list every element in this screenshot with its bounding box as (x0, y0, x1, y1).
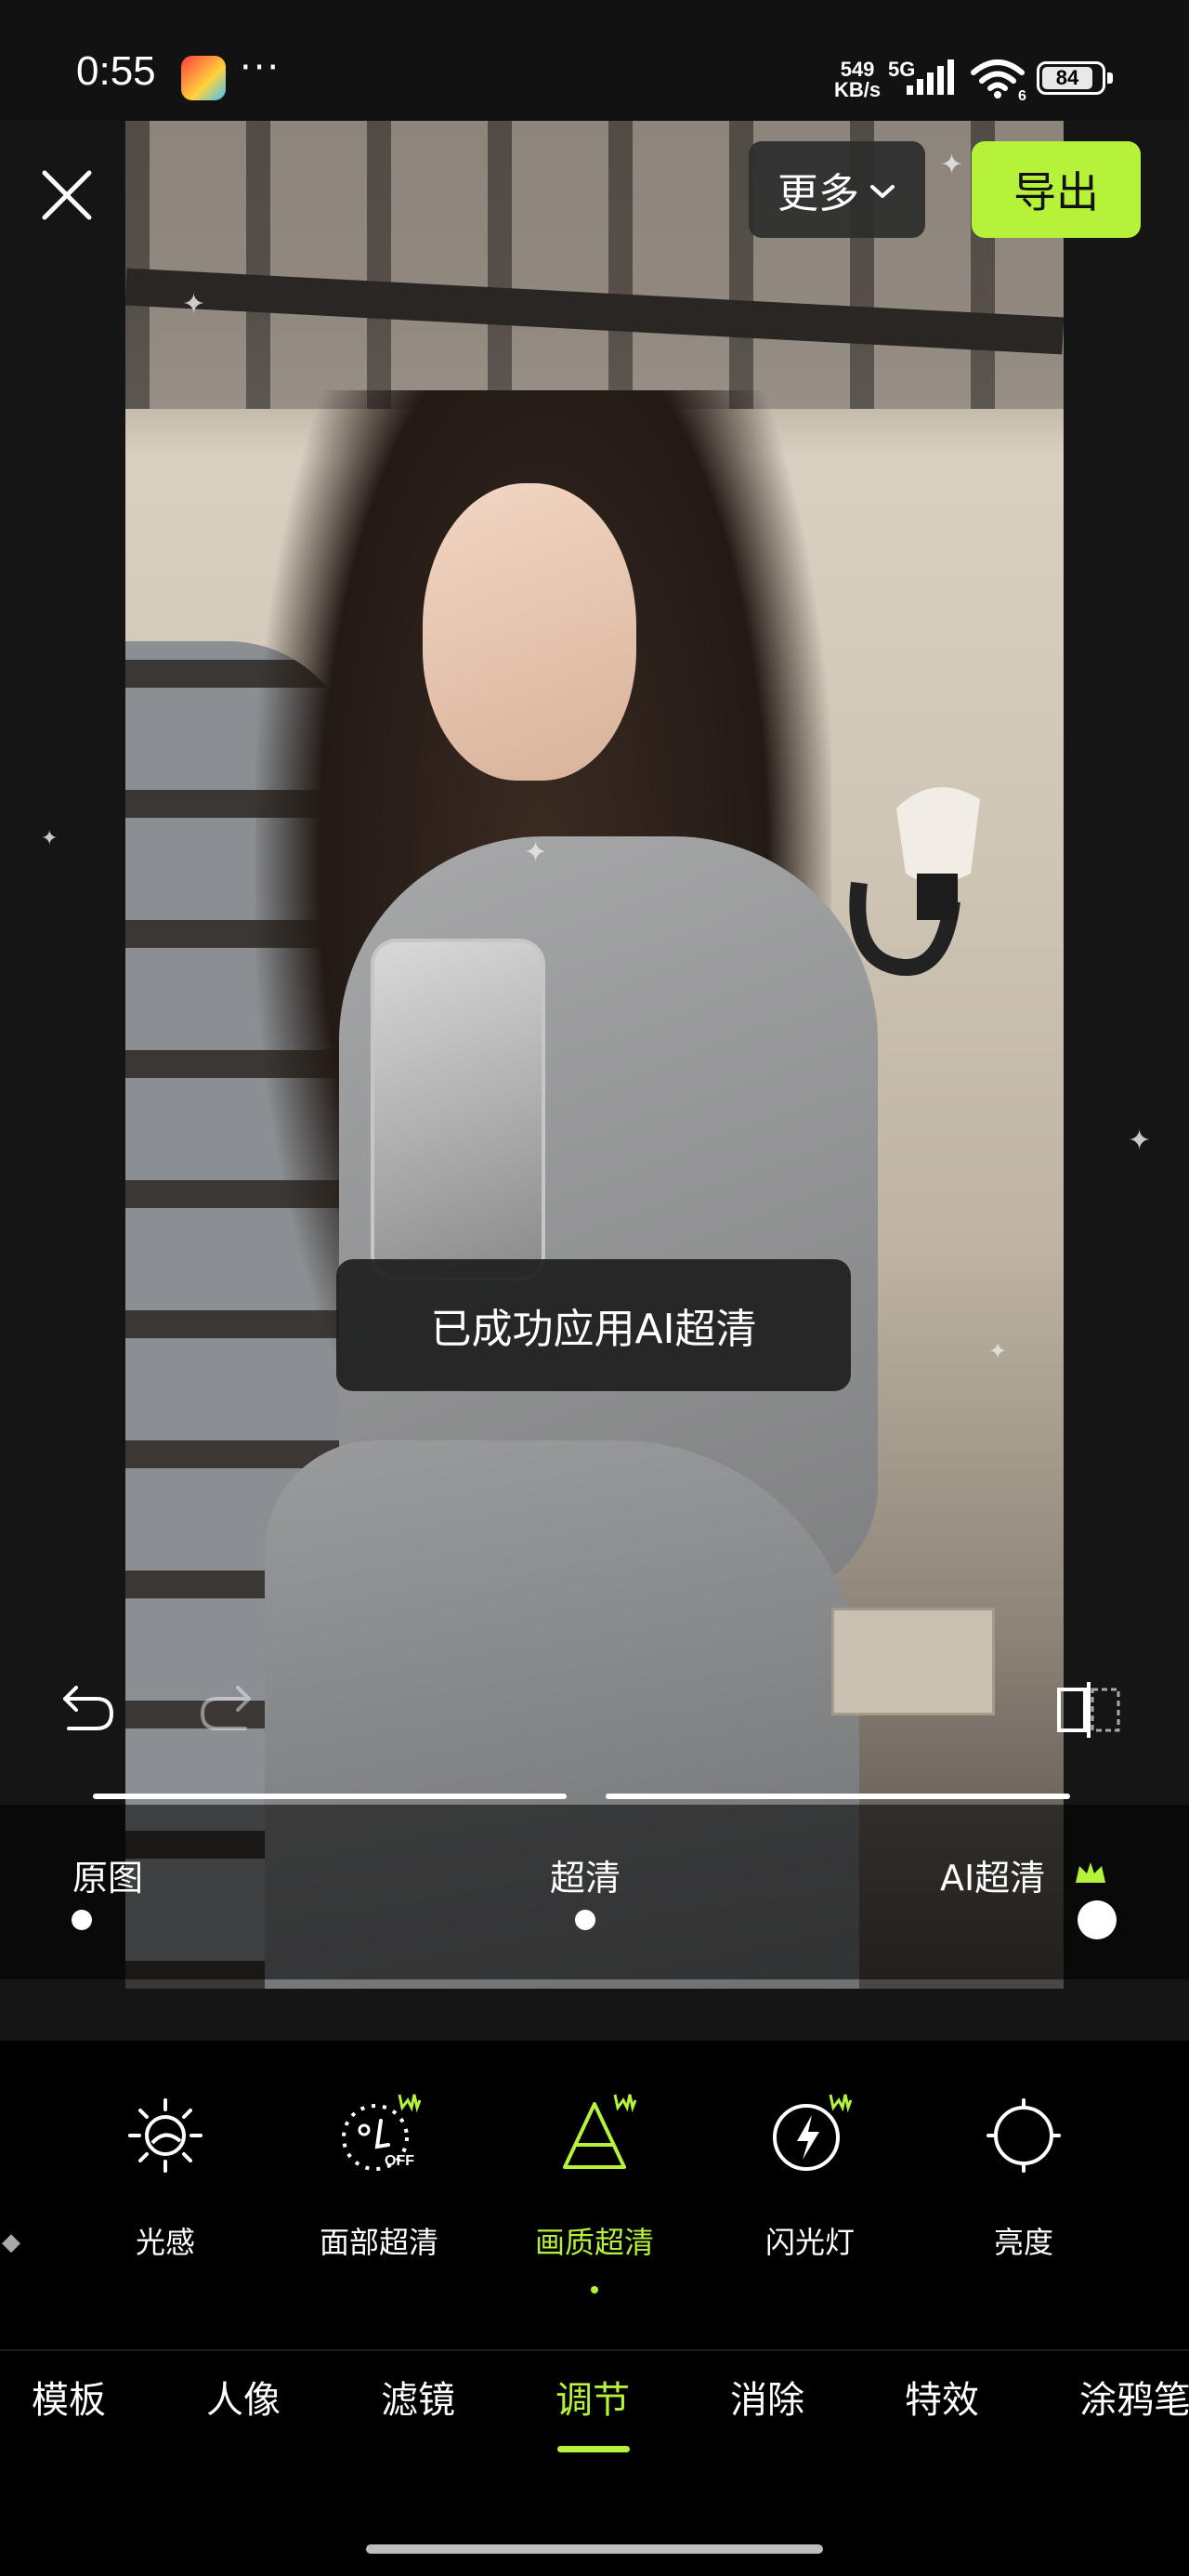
editor-canvas: ✦ ✦ ✦ ✦ ✦ ✦ 更多 导出 已成功应用AI超清 原图 超清 AI超清 (0, 121, 1189, 2041)
tab-remove[interactable]: 消除 (730, 2370, 804, 2424)
slider-label-ai-hd[interactable]: AI超清 (940, 1849, 1045, 1900)
tab-doodle[interactable]: 涂鸦笔 (1079, 2370, 1189, 2424)
compare-icon[interactable] (1055, 1680, 1122, 1740)
bottom-tab-bar: 模板 人像 滤镜 调节 消除 特效 涂鸦笔 (0, 2351, 1189, 2472)
undo-icon[interactable] (59, 1682, 119, 1734)
tool-label: 画质超清 (534, 2225, 654, 2260)
face-hd-off-badge: OFF (385, 2153, 414, 2169)
quality-hd-icon (563, 2094, 637, 2169)
slider-label-original[interactable]: 原图 (72, 1849, 143, 1900)
slider-stop-hd[interactable] (575, 1910, 595, 1930)
status-bar: 0:55 ··· 549 KB/s 5G 6 84 (0, 0, 1189, 121)
active-tab-underline (557, 2446, 630, 2452)
app-notification-icon (181, 56, 226, 100)
tool-quality-hd[interactable]: 画质超清 (502, 2041, 687, 2347)
gesture-area (0, 2472, 1189, 2576)
more-button[interactable]: 更多 (749, 141, 925, 238)
slider-knob[interactable] (1078, 1900, 1117, 1939)
tab-adjust[interactable]: 调节 (555, 2370, 630, 2424)
quality-slider-panel: 原图 超清 AI超清 (0, 1805, 1189, 1979)
scroll-hint-icon: ◆ (2, 2228, 20, 2256)
flash-icon (773, 2094, 853, 2171)
photo-preview[interactable] (125, 121, 1064, 1989)
signal-icon (907, 59, 954, 95)
network-speed-value: 549 (840, 58, 875, 81)
tool-label: 亮度 (993, 2225, 1053, 2260)
slider-label-hd[interactable]: 超清 (550, 1849, 621, 1900)
close-button[interactable] (37, 165, 97, 225)
face-hd-icon: OFF (342, 2094, 422, 2171)
export-button[interactable]: 导出 (972, 141, 1141, 238)
status-time: 0:55 (76, 48, 156, 94)
tab-templates[interactable]: 模板 (32, 2370, 106, 2424)
tool-face-hd[interactable]: OFF 面部超清 (286, 2041, 472, 2347)
tab-portrait[interactable]: 人像 (206, 2370, 281, 2424)
tool-label: 面部超清 (319, 2225, 438, 2260)
tool-brightness[interactable]: 亮度 (931, 2041, 1117, 2347)
tool-strip: 光感 OFF 面部超清 画质超清 闪光灯 亮度 (0, 2041, 1189, 2347)
toast-message: 已成功应用AI超清 (336, 1259, 851, 1391)
tool-flash[interactable]: 闪光灯 (717, 2041, 903, 2347)
slider-stop-original[interactable] (72, 1910, 92, 1930)
light-sense-icon (128, 2098, 203, 2173)
brightness-icon (986, 2098, 1061, 2173)
battery-level: 84 (1055, 66, 1079, 89)
battery-icon: 84 (1037, 61, 1113, 95)
tool-light-sense[interactable]: 光感 (72, 2041, 258, 2347)
tab-effects[interactable]: 特效 (905, 2370, 979, 2424)
chevron-down-icon (870, 185, 895, 198)
more-button-label: 更多 (777, 170, 859, 217)
tool-label: 闪光灯 (764, 2225, 855, 2260)
home-indicator[interactable] (366, 2544, 823, 2554)
more-notifications-icon: ··· (240, 46, 281, 89)
network-speed-unit: KB/s (834, 78, 882, 101)
slider-track-left[interactable] (93, 1794, 567, 1799)
vip-crown-icon (1076, 1862, 1105, 1883)
tab-filters[interactable]: 滤镜 (381, 2370, 455, 2424)
active-tool-indicator (591, 2286, 598, 2293)
wifi-icon: 6 (971, 59, 1026, 102)
redo-icon[interactable] (195, 1682, 255, 1734)
slider-track-right[interactable] (606, 1794, 1070, 1799)
tool-label: 光感 (135, 2225, 195, 2260)
network-speed: 549 KB/s (834, 59, 881, 100)
wifi-badge: 6 (1018, 88, 1026, 102)
